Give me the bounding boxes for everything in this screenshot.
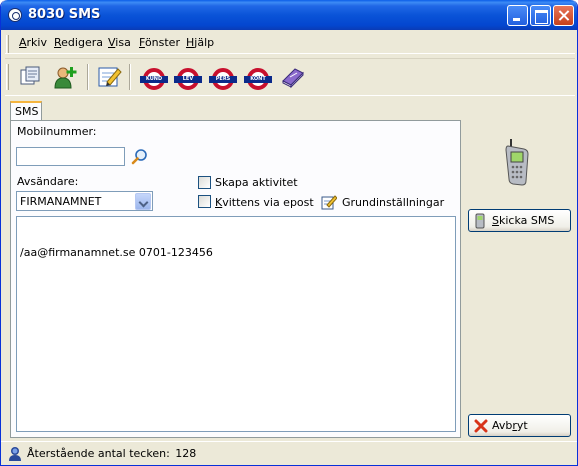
cancel-button[interactable]: Avbryt: [468, 414, 571, 437]
add-user-icon[interactable]: [52, 64, 78, 90]
menu-hjalp[interactable]: Hjälp: [186, 36, 214, 49]
kund-roundel-icon[interactable]: KUND: [140, 68, 168, 90]
sender-select[interactable]: FIRMANAMNET: [16, 191, 153, 211]
app-icon[interactable]: [8, 8, 22, 22]
menu-redigera[interactable]: Redigera: [54, 36, 103, 49]
create-activity-label: Skapa aktivitet: [215, 176, 298, 189]
sender-label: Avsändare:: [17, 175, 79, 188]
copy-document-icon[interactable]: [17, 64, 43, 90]
window-title: 8030 SMS: [28, 7, 101, 22]
menu-fonster[interactable]: Fönster: [139, 36, 180, 49]
kont-roundel-icon[interactable]: KONT: [244, 68, 272, 90]
lev-roundel-icon[interactable]: LEV: [174, 68, 202, 90]
maximize-button[interactable]: [530, 5, 551, 26]
minimize-button[interactable]: [507, 5, 528, 26]
receipt-email-label: Kvittens via epost: [215, 196, 314, 209]
remaining-chars-count: 128: [175, 447, 197, 460]
app-window: 8030 SMS Arkiv Redigera Visa Fönster Hjä…: [0, 0, 578, 466]
sender-value: FIRMANAMNET: [20, 195, 102, 208]
mobile-number-input[interactable]: [16, 147, 125, 166]
search-icon[interactable]: [131, 148, 149, 166]
edit-document-icon[interactable]: [96, 64, 122, 90]
mobile-number-label: Mobilnummer:: [17, 125, 97, 138]
mobile-phone-icon: [501, 137, 533, 187]
remaining-chars-text: Återstående antal tecken: 128: [27, 447, 197, 460]
message-textarea[interactable]: /aa@firmanamnet.se 0701-123456: [16, 216, 456, 432]
close-button[interactable]: [553, 5, 574, 26]
create-activity-checkbox[interactable]: [198, 176, 211, 189]
tab-sms[interactable]: SMS: [10, 101, 42, 121]
menu-arkiv[interactable]: Arkiv: [19, 36, 47, 49]
receipt-email-checkbox[interactable]: [198, 195, 211, 208]
toolbar-separator: [87, 64, 89, 90]
settings-edit-icon[interactable]: [321, 194, 338, 210]
toolbar-separator: [129, 64, 131, 90]
settings-link[interactable]: Grundinställningar: [342, 196, 444, 209]
title-bar[interactable]: 8030 SMS: [1, 0, 577, 30]
toolbar-grip[interactable]: [6, 64, 9, 90]
pers-roundel-icon[interactable]: PERS: [209, 68, 237, 90]
message-text: /aa@firmanamnet.se 0701-123456: [20, 246, 213, 259]
menu-visa[interactable]: Visa: [108, 36, 131, 49]
close-icon: [474, 419, 488, 433]
book-icon[interactable]: [280, 64, 306, 90]
user-status-icon: [7, 445, 23, 462]
phone-icon: [475, 213, 485, 229]
chevron-down-icon[interactable]: [135, 193, 151, 210]
status-bar: Återstående antal tecken: 128: [1, 441, 577, 465]
menu-bar: Arkiv Redigera Visa Fönster Hjälp: [5, 32, 575, 54]
send-sms-button[interactable]: Skicka SMS: [468, 209, 571, 232]
